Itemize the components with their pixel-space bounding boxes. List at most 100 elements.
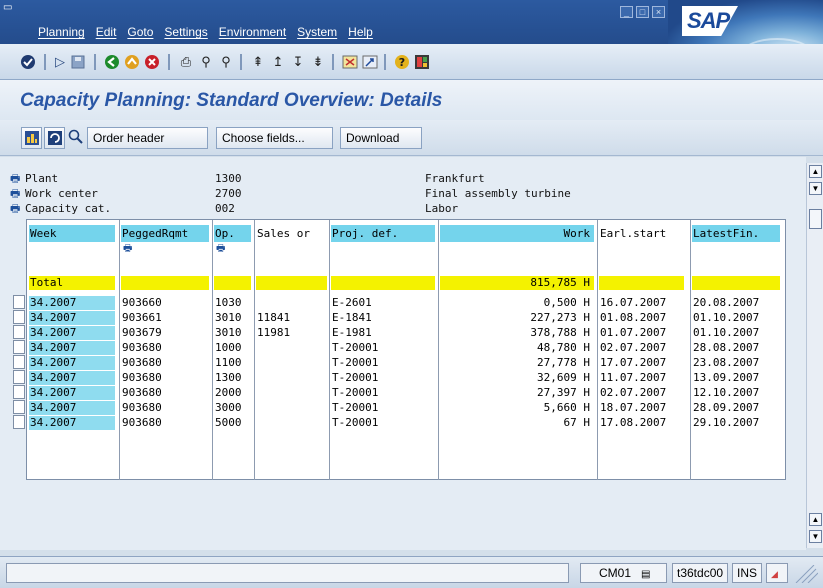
cancel-icon[interactable] <box>144 54 160 70</box>
column-header-week[interactable]: Week <box>29 225 115 242</box>
total-cell <box>256 276 327 290</box>
menu-goto[interactable]: Goto <box>127 25 153 39</box>
cell-project-definition: T-20001 <box>332 341 379 354</box>
column-divider <box>119 220 120 480</box>
enter-icon[interactable] <box>20 54 36 70</box>
row-selector[interactable] <box>13 385 25 399</box>
scroll-down-icon[interactable]: ▼ <box>809 182 822 195</box>
menu-system[interactable]: System <box>297 25 337 39</box>
cell-work: 378,788 H <box>530 326 590 339</box>
cell-operation: 1030 <box>215 296 242 309</box>
scroll-up-icon[interactable]: ▲ <box>809 513 822 526</box>
exit-icon[interactable] <box>124 54 140 70</box>
resize-grip[interactable] <box>792 564 819 584</box>
column-header-pegged-rqmt[interactable]: PeggedRqmt <box>121 225 209 242</box>
column-header-latest-finish[interactable]: LatestFin. <box>692 225 780 242</box>
row-selector[interactable] <box>13 310 25 324</box>
cell-operation: 5000 <box>215 416 242 429</box>
save-icon[interactable] <box>70 54 86 70</box>
cell-operation: 3010 <box>215 311 242 324</box>
column-header-earliest-start[interactable]: Earl.start <box>599 225 688 242</box>
find-icon[interactable]: ⚲ <box>198 54 214 70</box>
cell-sales-order <box>256 296 327 310</box>
capacity-category-description: Labor <box>425 202 459 215</box>
help-icon[interactable]: ? <box>394 54 410 70</box>
menu-help[interactable]: Help <box>348 25 373 39</box>
create-shortcut-icon[interactable] <box>362 54 378 70</box>
row-selector[interactable] <box>13 355 25 369</box>
cell-work: 27,397 H <box>537 386 590 399</box>
row-selector[interactable] <box>13 325 25 339</box>
system-menu-icon[interactable]: ▭ <box>3 2 15 13</box>
menu-environment[interactable]: Environment <box>219 25 286 39</box>
close-button[interactable]: × <box>652 6 665 18</box>
row-selector[interactable] <box>13 340 25 354</box>
cell-work: 0,500 H <box>543 296 590 309</box>
total-cell <box>331 276 435 290</box>
status-bar: ▷ CM01 ▤ t36tdc00 INS ◢ <box>0 556 823 588</box>
cell-earliest-start: 01.08.2007 <box>600 311 667 324</box>
toolbar-separator <box>332 54 334 70</box>
column-divider <box>254 220 255 480</box>
menu-edit[interactable]: Edit <box>96 25 117 39</box>
transaction-field[interactable]: CM01 ▤ <box>580 563 667 583</box>
order-header-button[interactable]: Order header <box>87 127 208 149</box>
column-header-sales-order[interactable]: Sales or <box>256 225 327 242</box>
application-toolbar: Order header Choose fields... Download <box>0 120 823 156</box>
menu-settings[interactable]: Settings <box>164 25 207 39</box>
scroll-thumb[interactable] <box>809 209 822 229</box>
column-header-operation[interactable]: Op. <box>214 225 251 242</box>
scroll-up-icon[interactable]: ▲ <box>809 165 822 178</box>
row-selector[interactable] <box>13 400 25 414</box>
refresh-button[interactable] <box>44 127 65 149</box>
details-icon[interactable] <box>67 127 85 149</box>
back-icon[interactable] <box>104 54 120 70</box>
row-selector[interactable] <box>13 370 25 384</box>
cell-week: 34.2007 <box>29 341 115 355</box>
cell-project-definition: T-20001 <box>332 401 379 414</box>
minimize-button[interactable]: _ <box>620 6 633 18</box>
next-page-icon[interactable]: ↧ <box>290 54 306 70</box>
find-next-icon[interactable]: ⚲ <box>218 54 234 70</box>
cell-latest-finish: 01.10.2007 <box>693 326 760 339</box>
scroll-down-icon[interactable]: ▼ <box>809 530 822 543</box>
cell-work: 67 H <box>563 416 591 429</box>
previous-page-icon[interactable]: ↥ <box>270 54 286 70</box>
cell-sales-order <box>256 356 327 370</box>
cell-pegged-rqmt: 903680 <box>122 371 162 384</box>
first-page-icon[interactable]: ⇞ <box>250 54 266 70</box>
total-cell <box>692 276 780 290</box>
maximize-button[interactable]: □ <box>636 6 649 18</box>
download-button[interactable]: Download <box>340 127 422 149</box>
column-header-work[interactable]: Work <box>440 225 594 242</box>
menu-planning[interactable]: Planning <box>38 25 85 39</box>
session-list-icon[interactable]: ▤ <box>641 566 650 584</box>
transaction-code: CM01 <box>599 566 632 580</box>
choose-fields-button[interactable]: Choose fields... <box>216 127 333 149</box>
graphic-button[interactable] <box>21 127 42 149</box>
cell-project-definition: E-2601 <box>332 296 372 309</box>
cell-earliest-start: 17.07.2007 <box>600 356 667 369</box>
total-work: 815,785 H <box>440 276 594 290</box>
work-center-value: 2700 <box>215 187 242 200</box>
cell-week: 34.2007 <box>29 401 115 415</box>
command-field-arrow-icon[interactable]: ▷ <box>52 54 68 70</box>
cell-pegged-rqmt: 903679 <box>122 326 162 339</box>
print-icon[interactable]: ⎙ <box>178 54 194 70</box>
column-header-project-definition[interactable]: Proj. def. <box>331 225 435 242</box>
plant-label: Plant <box>25 172 59 185</box>
cell-latest-finish: 12.10.2007 <box>693 386 760 399</box>
cell-project-definition: T-20001 <box>332 416 379 429</box>
layout-menu-icon[interactable] <box>414 54 430 70</box>
row-selector[interactable] <box>13 295 25 309</box>
insert-mode-field[interactable]: INS <box>732 563 762 583</box>
row-selector[interactable] <box>13 415 25 429</box>
cell-sales-order <box>256 341 327 355</box>
create-session-icon[interactable] <box>342 54 358 70</box>
work-center-label: Work center <box>25 187 98 200</box>
vertical-scrollbar[interactable]: ▲ ▼ ▲ ▼ <box>806 163 823 548</box>
cell-latest-finish: 13.09.2007 <box>693 371 760 384</box>
cell-week: 34.2007 <box>29 371 115 385</box>
last-page-icon[interactable]: ⇟ <box>310 54 326 70</box>
page-title: Capacity Planning: Standard Overview: De… <box>20 90 443 111</box>
